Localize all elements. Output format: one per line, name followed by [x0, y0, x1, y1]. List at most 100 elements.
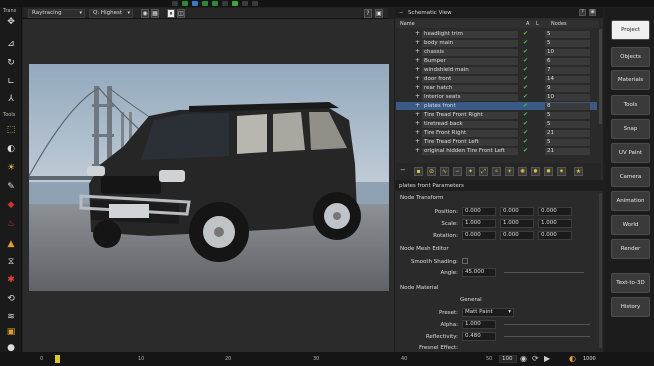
cube-icon[interactable]: ◆ — [5, 200, 17, 211]
scale-y-field[interactable]: 1.000 — [500, 219, 534, 228]
tab-world[interactable]: World — [611, 215, 650, 235]
check-icon[interactable]: ✔ — [523, 111, 528, 119]
list-item[interactable]: + tiretread back ✔ 5 — [396, 120, 597, 128]
link-icon[interactable]: ⊘ — [427, 167, 436, 176]
expand-icon[interactable]: + — [415, 84, 420, 92]
toolbar-icon[interactable] — [252, 1, 258, 6]
tab-render[interactable]: Render — [611, 239, 650, 259]
expand-icon[interactable]: + — [415, 102, 420, 110]
collapse-icon[interactable]: − — [399, 10, 404, 16]
transform-icon[interactable]: ⤢ — [479, 167, 488, 176]
reflectivity-field[interactable]: 0.480 — [462, 332, 496, 341]
list-item[interactable]: + Bumper ✔ 6 — [396, 57, 597, 65]
tab-history[interactable]: History — [611, 297, 650, 317]
play-icon[interactable]: ▶ — [544, 354, 550, 363]
render-mode-select[interactable]: Raytracing ▾ — [28, 9, 85, 18]
help-icon[interactable]: ? — [579, 9, 586, 16]
grid-icon[interactable]: ▦ — [151, 9, 159, 18]
toolbar-icon[interactable] — [192, 1, 198, 6]
anchor-icon[interactable]: ✦ — [466, 167, 475, 176]
sun-light-icon[interactable]: ☀ — [505, 167, 514, 176]
list-item[interactable]: + chassis ✔ 10 — [396, 48, 597, 56]
smooth-shading-checkbox[interactable] — [462, 258, 468, 264]
check-icon[interactable]: ✔ — [523, 129, 528, 137]
position-z-field[interactable]: 0.000 — [538, 207, 572, 216]
curve-icon[interactable]: ∽ — [453, 167, 462, 176]
check-icon[interactable]: ✔ — [523, 48, 528, 56]
expand-icon[interactable]: + — [415, 66, 420, 74]
toolbar-icon[interactable] — [182, 1, 188, 6]
rotation-x-field[interactable]: 0.000 — [462, 231, 496, 240]
expand-icon[interactable]: + — [415, 30, 420, 38]
list-item[interactable]: + Tire Tread Front Right ✔ 5 — [396, 111, 597, 119]
tab-text-to-3d[interactable]: Text-to-3D — [611, 273, 650, 293]
expand-icon[interactable]: + — [415, 93, 420, 101]
speed-icon[interactable]: ◐ — [569, 354, 576, 363]
scale-z-field[interactable]: 1.000 — [538, 219, 572, 228]
toolbar-icon[interactable] — [212, 1, 218, 6]
tab-camera[interactable]: Camera — [611, 167, 650, 187]
help-icon[interactable]: ? — [364, 9, 372, 18]
mirror-icon[interactable]: ⧖ — [5, 257, 17, 268]
scale-icon[interactable]: ⊿ — [5, 39, 17, 50]
list-item[interactable]: + door front ✔ 14 — [396, 75, 597, 83]
list-item[interactable]: + windshield main ✔ 7 — [396, 66, 597, 74]
maximize-icon[interactable]: ▣ — [589, 9, 596, 16]
loop-icon[interactable]: ⟲ — [5, 294, 17, 305]
list-item[interactable]: + plates front ✔ 8 — [396, 102, 597, 110]
rotation-z-field[interactable]: 0.000 — [538, 231, 572, 240]
minus-icon[interactable]: − — [400, 166, 406, 174]
record-icon[interactable]: ◉ — [520, 354, 527, 363]
check-icon[interactable]: ✔ — [523, 75, 528, 83]
tab-snap[interactable]: Snap — [611, 119, 650, 139]
parameters-scrollbar[interactable] — [599, 193, 602, 348]
reflectivity-slider[interactable] — [504, 336, 590, 337]
expand-icon[interactable]: + — [415, 111, 420, 119]
loop-icon[interactable]: ⟳ — [532, 354, 539, 363]
rotation-y-field[interactable]: 0.000 — [500, 231, 534, 240]
check-icon[interactable]: ✔ — [523, 138, 528, 146]
tab-materials[interactable]: Materials — [611, 70, 650, 90]
scale-x-field[interactable]: 1.000 — [462, 219, 496, 228]
check-icon[interactable]: ✔ — [523, 84, 528, 92]
expand-icon[interactable]: + — [415, 147, 420, 155]
list-item[interactable]: + rear hatch ✔ 9 — [396, 84, 597, 92]
toolbar-icon[interactable] — [242, 1, 248, 6]
angle-slider[interactable] — [504, 272, 584, 273]
angle-field[interactable]: 45.000 — [462, 268, 496, 277]
fill-icon[interactable]: ▲ — [5, 239, 17, 250]
move-icon[interactable]: ✥ — [5, 17, 17, 28]
tab-animation[interactable]: Animation — [611, 191, 650, 211]
extrude-icon[interactable]: ✱ — [5, 275, 17, 286]
select-box-icon[interactable]: ⬚ — [5, 125, 17, 136]
list-item[interactable]: + Tire Tread Front Left ✔ 5 — [396, 138, 597, 146]
preset-select[interactable]: Matt Paint ▾ — [462, 308, 514, 317]
list-item[interactable]: + Interior seats ✔ 10 — [396, 93, 597, 101]
tab-project[interactable]: Project — [611, 20, 650, 40]
toolbar-icon[interactable] — [172, 1, 178, 6]
dome-light-icon[interactable]: ✷ — [557, 167, 566, 176]
schematic-scrollbar[interactable] — [599, 29, 602, 124]
pause-icon[interactable]: ⏸ — [167, 9, 175, 18]
magnet-icon[interactable]: ♨ — [5, 219, 17, 230]
alpha-field[interactable]: 1.000 — [462, 320, 496, 329]
alpha-slider[interactable] — [504, 324, 590, 325]
toolbar-icon[interactable] — [202, 1, 208, 6]
spot-light-icon[interactable]: ✺ — [518, 167, 527, 176]
expand-icon[interactable]: + — [415, 129, 420, 137]
expand-icon[interactable]: + — [415, 75, 420, 83]
list-item[interactable]: + headlight trim ✔ 5 — [396, 30, 597, 38]
smooth-icon[interactable]: ≋ — [5, 312, 17, 323]
toolbar-icon[interactable] — [232, 1, 238, 6]
area-light-icon[interactable]: ✸ — [531, 167, 540, 176]
check-icon[interactable]: ✔ — [523, 66, 528, 74]
maximize-icon[interactable]: ▣ — [375, 9, 383, 18]
point-icon[interactable]: ⚬ — [492, 167, 501, 176]
position-x-field[interactable]: 0.000 — [462, 207, 496, 216]
position-y-field[interactable]: 0.000 — [500, 207, 534, 216]
knife-icon[interactable]: ✎ — [5, 182, 17, 193]
check-icon[interactable]: ✔ — [523, 30, 528, 38]
expand-icon[interactable]: + — [415, 57, 420, 65]
spline-icon[interactable]: ∿ — [440, 167, 449, 176]
check-icon[interactable]: ✔ — [523, 102, 528, 110]
